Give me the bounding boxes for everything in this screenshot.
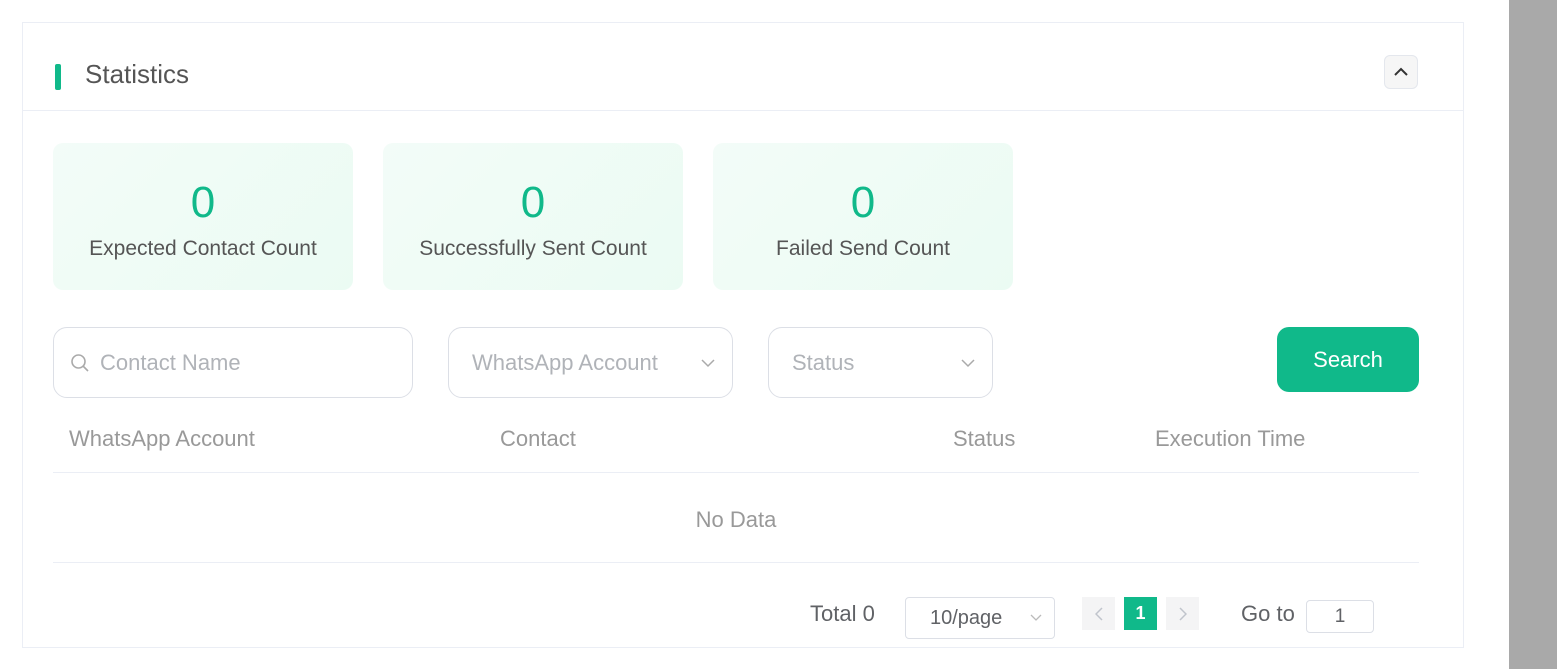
pagination-total: Total 0 [810, 601, 875, 626]
stat-card-success: 0 Successfully Sent Count [383, 143, 683, 290]
prev-page-button[interactable] [1082, 597, 1115, 630]
status-placeholder: Status [792, 349, 855, 375]
stat-card-expected: 0 Expected Contact Count [53, 143, 353, 290]
table-header-divider [53, 472, 1419, 473]
search-button[interactable]: Search [1277, 327, 1419, 392]
chevron-left-icon [1094, 606, 1103, 621]
panel-header: Statistics [23, 23, 1463, 111]
page-size-value: 10/page [930, 606, 1003, 629]
stat-label: Failed Send Count [776, 237, 950, 260]
stat-value: 0 [850, 178, 876, 227]
column-header-execution-time[interactable]: Execution Time [1155, 426, 1305, 452]
statistics-panel: Statistics 0 Expected Contact Count 0 Su… [22, 22, 1464, 648]
next-page-button[interactable] [1166, 597, 1199, 630]
table-bottom-divider [53, 562, 1419, 563]
collapse-button[interactable] [1384, 55, 1418, 89]
column-header-account[interactable]: WhatsApp Account [69, 426, 255, 452]
search-icon [71, 353, 89, 372]
scrollbar[interactable] [1509, 0, 1557, 669]
contact-name-placeholder: Contact Name [100, 349, 241, 375]
column-header-status[interactable]: Status [953, 426, 1015, 452]
chevron-down-icon [961, 358, 975, 367]
page-size-select[interactable]: 10/page [905, 597, 1055, 639]
chevron-down-icon [701, 358, 715, 367]
column-header-contact[interactable]: Contact [500, 426, 576, 452]
goto-label: Go to [1241, 601, 1295, 626]
page-button-1[interactable]: 1 [1124, 597, 1157, 630]
stat-card-failed: 0 Failed Send Count [713, 143, 1013, 290]
account-placeholder: WhatsApp Account [472, 349, 658, 375]
whatsapp-account-select[interactable]: WhatsApp Account [448, 327, 733, 398]
chevron-down-icon [1030, 614, 1042, 621]
stat-value: 0 [520, 178, 546, 227]
status-select[interactable]: Status [768, 327, 993, 398]
goto-page-input[interactable]: 1 [1306, 600, 1374, 633]
chevron-right-icon [1178, 606, 1187, 621]
title-accent-bar [55, 64, 61, 90]
stat-value: 0 [190, 178, 216, 227]
stat-label: Expected Contact Count [89, 237, 317, 260]
chevron-up-icon [1394, 67, 1408, 76]
contact-name-input[interactable]: Contact Name [53, 327, 413, 398]
empty-state: No Data [695, 507, 777, 532]
page-title: Statistics [85, 59, 190, 89]
stat-label: Successfully Sent Count [419, 237, 647, 260]
